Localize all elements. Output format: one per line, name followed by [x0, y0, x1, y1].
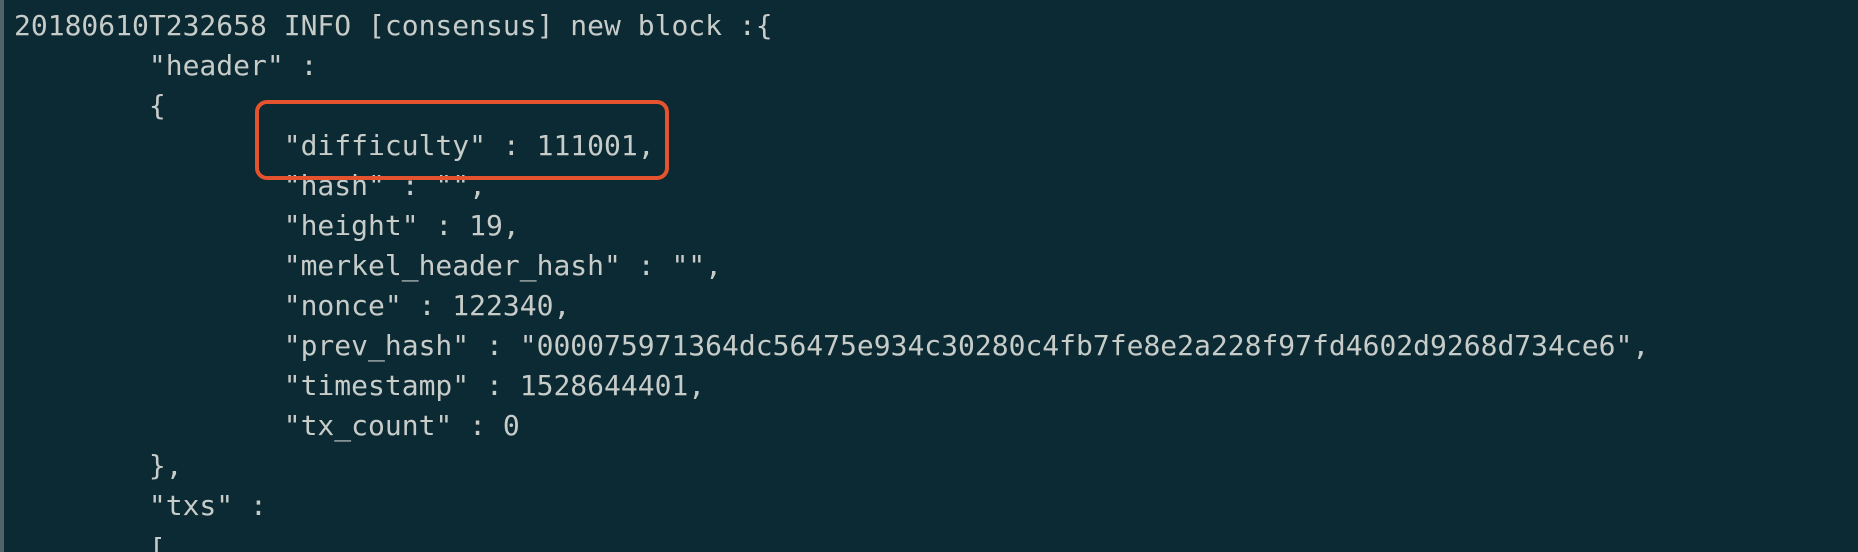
json-close-brace: },	[14, 449, 183, 482]
json-field-nonce: "nonce" : 122340,	[14, 289, 571, 322]
json-key-txs: "txs" :	[14, 489, 267, 522]
log-line-header: 20180610T232658 INFO [consensus] new blo…	[14, 9, 773, 42]
terminal-window[interactable]: 20180610T232658 INFO [consensus] new blo…	[0, 0, 1858, 552]
json-field-timestamp: "timestamp" : 1528644401,	[14, 369, 706, 402]
json-open-bracket: [	[14, 532, 166, 552]
json-field-merkel-header-hash: "merkel_header_hash" : "",	[14, 249, 723, 282]
json-key-header: "header" :	[14, 49, 318, 82]
json-field-tx-count: "tx_count" : 0	[14, 409, 520, 442]
json-field-height: "height" : 19,	[14, 209, 520, 242]
window-edge	[0, 0, 4, 552]
json-open-brace: {	[14, 89, 166, 122]
json-field-prev-hash: "prev_hash" : "000075971364dc56475e934c3…	[14, 329, 1650, 362]
difficulty-highlight-box	[255, 100, 669, 180]
